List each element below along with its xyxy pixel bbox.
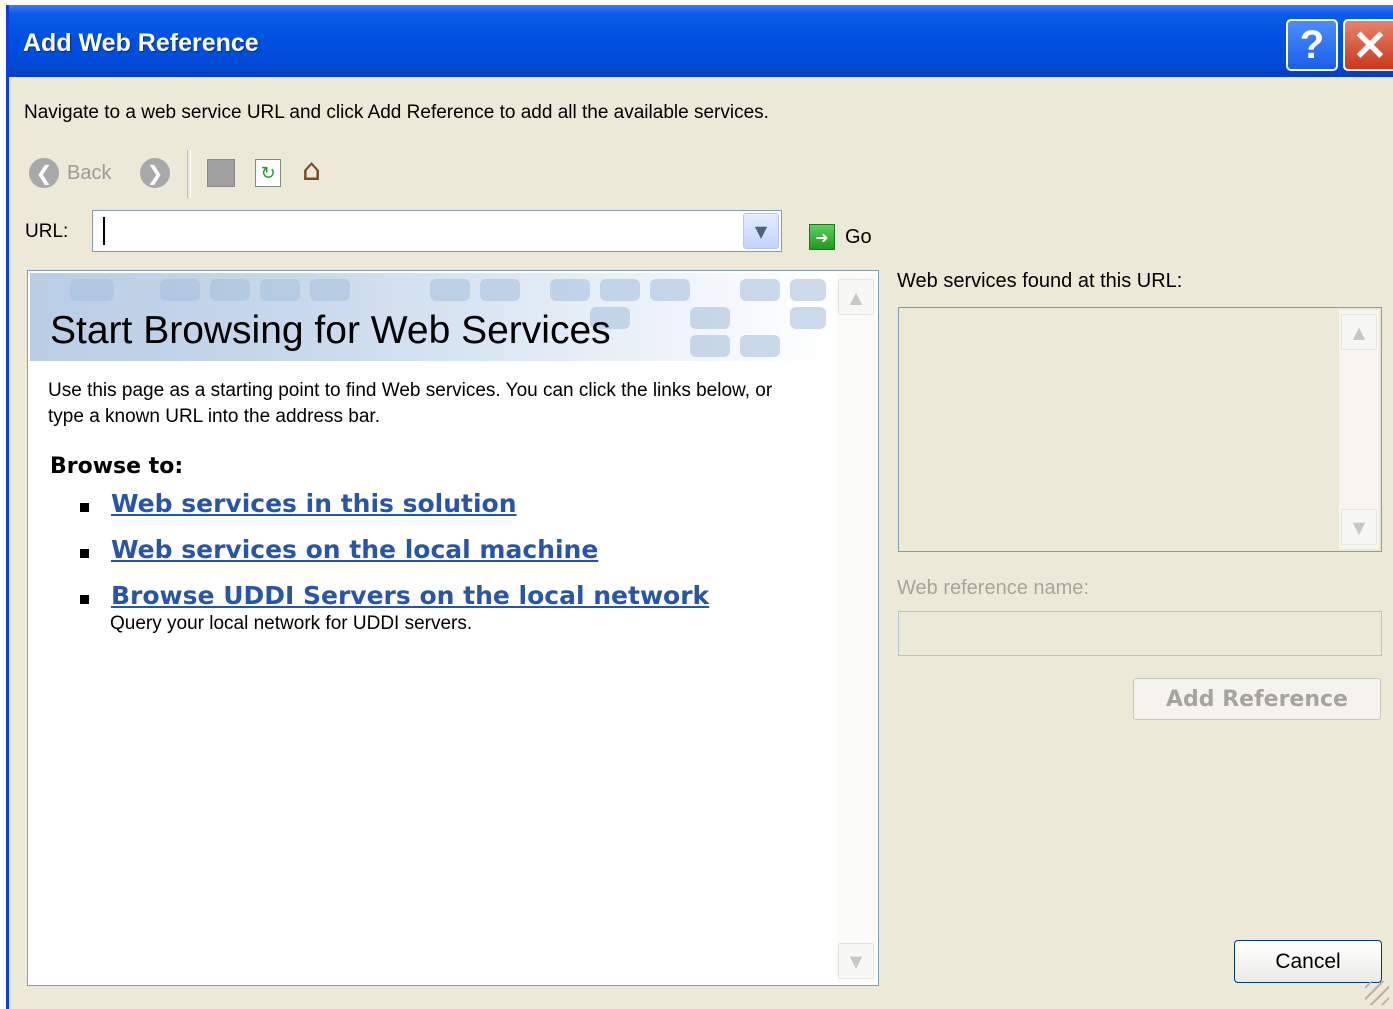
list-item: Browse UDDI Servers on the local network [80,581,709,610]
home-icon: ⌂ [302,153,322,188]
services-list-scrollbar[interactable]: ▲ ▼ [1339,310,1379,549]
resize-grip-icon[interactable] [1365,981,1389,1005]
list-item: Web services in this solution [80,489,517,518]
chevron-down-icon: ▼ [754,221,768,241]
add-reference-button[interactable]: Add Reference [1133,678,1381,720]
back-label: Back [67,161,112,184]
web-reference-name-field[interactable] [898,611,1382,656]
scroll-up-button[interactable]: ▲ [838,279,874,315]
back-button[interactable]: ❮ Back [29,158,111,188]
help-button[interactable]: ? [1286,19,1338,71]
scroll-up-button[interactable]: ▲ [1341,314,1377,350]
banner-tile [740,279,780,301]
list-item: Web services on the local machine [80,535,598,564]
banner-tile [690,335,730,357]
banner-tile [480,279,520,301]
banner: Start Browsing for Web Services [30,273,832,361]
bullet-icon [80,595,89,604]
url-dropdown-button[interactable]: ▼ [743,213,779,249]
uddi-description: Query your local network for UDDI server… [110,613,473,634]
link-solution-services[interactable]: Web services in this solution [111,489,517,518]
url-combobox[interactable]: ▼ [92,210,782,252]
url-label: URL: [25,221,69,242]
intro-text: Use this page as a starting point to fin… [48,380,773,427]
browser-pane[interactable]: Start Browsing for Web Services Use this… [27,270,879,986]
browser-scrollbar[interactable]: ▲ ▼ [836,273,876,983]
stop-icon [207,159,235,187]
forward-button[interactable]: ❯ [140,158,170,188]
refresh-button[interactable]: ↻ [255,159,281,187]
link-uddi-servers[interactable]: Browse UDDI Servers on the local network [111,581,709,610]
title-bar[interactable]: Add Web Reference ? ✕ [9,5,1393,77]
banner-tile [260,279,300,301]
text-caret [103,217,105,245]
chevron-up-icon: ▲ [849,287,863,307]
home-button[interactable]: ⌂ [302,156,321,186]
banner-tile [690,307,730,329]
banner-tile [650,279,690,301]
close-button[interactable]: ✕ [1343,19,1393,71]
banner-tile [310,279,350,301]
chevron-down-icon: ▼ [1352,517,1366,537]
chevron-up-icon: ▲ [1352,322,1366,342]
toolbar-separator [187,150,191,198]
url-input[interactable] [109,217,733,247]
cancel-button[interactable]: Cancel [1234,940,1382,983]
banner-tile [70,279,114,301]
refresh-icon: ↻ [255,159,281,187]
scroll-down-button[interactable]: ▼ [1341,509,1377,545]
forward-arrow-icon: ❯ [140,158,170,188]
banner-tile [790,307,826,329]
bullet-icon [80,503,89,512]
stop-button[interactable] [207,159,235,187]
bullet-icon [80,549,89,558]
go-label: Go [845,225,872,248]
close-icon: ✕ [1352,21,1388,69]
web-reference-name-label: Web reference name: [897,577,1089,599]
go-button[interactable]: ➜ Go [809,224,872,250]
banner-tile [740,335,780,357]
help-icon: ? [1299,22,1325,67]
banner-tile [160,279,200,301]
page-title: Start Browsing for Web Services [50,309,611,352]
chevron-down-icon: ▼ [849,951,863,971]
banner-tile [430,279,470,301]
banner-tile [600,279,640,301]
add-web-reference-dialog: Add Web Reference ? ✕ Navigate to a web … [6,5,1393,1009]
instruction-text: Navigate to a web service URL and click … [24,102,769,123]
services-found-label: Web services found at this URL: [897,270,1183,292]
banner-tile [550,279,590,301]
browse-to-heading: Browse to: [50,454,184,479]
scroll-down-button[interactable]: ▼ [838,943,874,979]
back-arrow-icon: ❮ [29,158,59,188]
banner-tile [210,279,250,301]
link-local-machine-services[interactable]: Web services on the local machine [111,535,598,564]
window-title: Add Web Reference [23,29,259,57]
services-found-list[interactable]: ▲ ▼ [898,307,1382,552]
go-arrow-icon: ➜ [809,224,835,250]
banner-tile [790,279,826,301]
browser-toolbar: ❮ Back ❯ ↻ ⌂ [9,150,369,198]
